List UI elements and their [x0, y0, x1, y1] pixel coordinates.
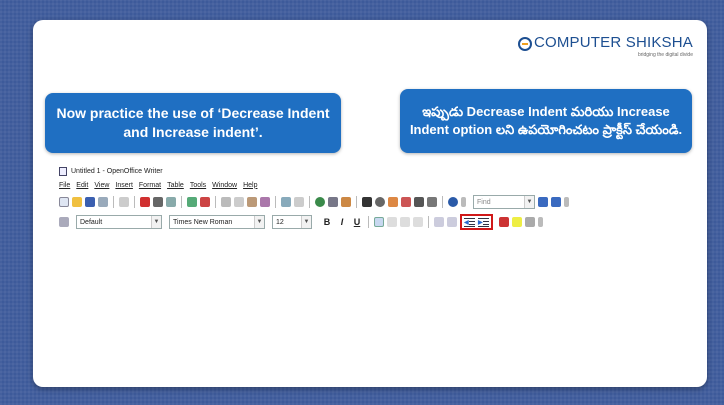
window-title-bar: Untitled 1 - OpenOffice Writer	[59, 165, 679, 177]
align-left-icon[interactable]	[374, 217, 384, 227]
window-title: Untitled 1 - OpenOffice Writer	[71, 167, 163, 175]
font-name-select[interactable]: Times New Roman ▼	[169, 215, 265, 229]
font-size-select[interactable]: 12 ▼	[272, 215, 312, 229]
paste-icon[interactable]	[247, 197, 257, 207]
highlighting-icon[interactable]	[512, 217, 522, 227]
numbering-icon[interactable]	[434, 217, 444, 227]
paragraph-style-select[interactable]: Default ▼	[76, 215, 162, 229]
edit-file-icon[interactable]	[119, 197, 129, 207]
menu-format[interactable]: Format	[139, 182, 161, 189]
formatting-toolbar: Default ▼ Times New Roman ▼ 12 ▼ B I U ◀…	[59, 213, 679, 231]
italic-button[interactable]: I	[336, 217, 348, 227]
export-pdf-icon[interactable]	[140, 197, 150, 207]
logo: COMPUTER SHIKSHA bridging the digital di…	[517, 34, 693, 58]
slide: COMPUTER SHIKSHA bridging the digital di…	[33, 20, 707, 387]
indent-buttons-highlight: ◀ ▶	[460, 214, 493, 230]
nonprinting-characters-icon[interactable]	[414, 197, 424, 207]
spellcheck-icon[interactable]	[187, 197, 197, 207]
copy-icon[interactable]	[234, 197, 244, 207]
find-input[interactable]: Find ▼	[473, 195, 535, 209]
callout-english: Now practice the use of ‘Decrease Indent…	[45, 93, 341, 153]
font-color-icon[interactable]	[499, 217, 509, 227]
format-toolbar-options-icon[interactable]	[538, 217, 543, 227]
print-icon[interactable]	[153, 197, 163, 207]
gallery-icon[interactable]	[388, 197, 398, 207]
callout-telugu-text: ఇప్పుడు Decrease Indent మరియు Increase I…	[409, 104, 683, 137]
menu-bar: File Edit View Insert Format Table Tools…	[59, 179, 679, 191]
autospellcheck-icon[interactable]	[200, 197, 210, 207]
decrease-indent-icon[interactable]: ◀	[464, 217, 475, 227]
callout-telugu: ఇప్పుడు Decrease Indent మరియు Increase I…	[400, 89, 692, 153]
data-sources-icon[interactable]	[401, 197, 411, 207]
font-size-value: 12	[276, 218, 284, 226]
menu-view[interactable]: View	[94, 182, 109, 189]
font-name-value: Times New Roman	[173, 218, 233, 226]
bullets-icon[interactable]	[447, 217, 457, 227]
new-document-icon[interactable]	[59, 197, 69, 207]
align-center-icon[interactable]	[387, 217, 397, 227]
draw-functions-icon[interactable]	[341, 197, 351, 207]
menu-table[interactable]: Table	[167, 182, 184, 189]
chevron-down-icon[interactable]: ▼	[524, 196, 534, 208]
table-icon[interactable]	[328, 197, 338, 207]
align-right-icon[interactable]	[400, 217, 410, 227]
underline-button[interactable]: U	[351, 217, 363, 227]
zoom-icon[interactable]	[427, 197, 437, 207]
find-previous-icon[interactable]	[551, 197, 561, 207]
open-folder-icon[interactable]	[72, 197, 82, 207]
print-preview-icon[interactable]	[166, 197, 176, 207]
background-color-icon[interactable]	[525, 217, 535, 227]
document-icon	[59, 166, 67, 176]
bold-button[interactable]: B	[321, 217, 333, 227]
undo-icon[interactable]	[281, 197, 291, 207]
cut-icon[interactable]	[221, 197, 231, 207]
toolbar-options-icon[interactable]	[461, 197, 466, 207]
menu-help[interactable]: Help	[243, 182, 257, 189]
writer-screenshot: Untitled 1 - OpenOffice Writer File Edit…	[59, 165, 679, 231]
globe-icon	[517, 36, 532, 51]
justify-icon[interactable]	[413, 217, 423, 227]
navigator-icon[interactable]	[375, 197, 385, 207]
menu-file[interactable]: File	[59, 182, 70, 189]
save-icon[interactable]	[85, 197, 95, 207]
increase-indent-icon[interactable]: ▶	[478, 217, 489, 227]
redo-icon[interactable]	[294, 197, 304, 207]
find-toolbar-options-icon[interactable]	[564, 197, 569, 207]
chevron-down-icon[interactable]: ▼	[151, 216, 161, 228]
styles-formatting-icon[interactable]	[59, 217, 69, 227]
chevron-down-icon[interactable]: ▼	[301, 216, 311, 228]
menu-tools[interactable]: Tools	[190, 182, 206, 189]
logo-tagline: bridging the digital divide	[637, 52, 693, 58]
hyperlink-icon[interactable]	[315, 197, 325, 207]
email-icon[interactable]	[98, 197, 108, 207]
chevron-down-icon[interactable]: ▼	[254, 216, 264, 228]
menu-insert[interactable]: Insert	[115, 182, 133, 189]
paragraph-style-value: Default	[80, 218, 103, 226]
clone-formatting-icon[interactable]	[260, 197, 270, 207]
menu-edit[interactable]: Edit	[76, 182, 88, 189]
logo-text: COMPUTER SHIKSHA	[533, 34, 693, 51]
find-placeholder: Find	[477, 198, 491, 206]
standard-toolbar: Find ▼	[59, 193, 679, 211]
find-next-icon[interactable]	[538, 197, 548, 207]
help-icon[interactable]	[448, 197, 458, 207]
menu-window[interactable]: Window	[212, 182, 237, 189]
find-replace-icon[interactable]	[362, 197, 372, 207]
callout-english-text: Now practice the use of ‘Decrease Indent…	[56, 105, 330, 140]
